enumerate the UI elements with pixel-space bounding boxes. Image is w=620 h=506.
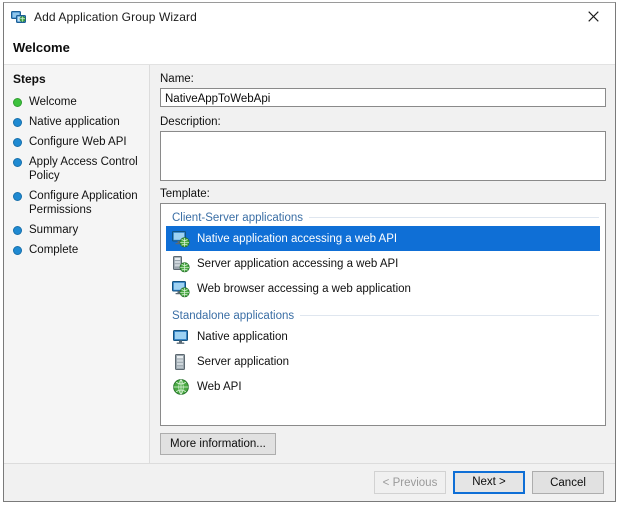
sidebar-item-complete[interactable]: Complete bbox=[4, 240, 149, 260]
list-item-web-api[interactable]: Web API bbox=[166, 374, 600, 399]
sidebar-item-label: Complete bbox=[29, 244, 79, 256]
server-globe-icon bbox=[172, 255, 190, 273]
description-label: Description: bbox=[160, 116, 221, 128]
footer-button-bar: < Previous Next > Cancel bbox=[4, 463, 615, 501]
sidebar-item-configure-web-api[interactable]: Configure Web API bbox=[4, 132, 149, 152]
next-button[interactable]: Next > bbox=[453, 471, 525, 494]
more-information-button[interactable]: More information... bbox=[160, 433, 276, 455]
server-icon bbox=[172, 353, 190, 371]
list-item-label: Web browser accessing a web application bbox=[197, 282, 411, 295]
page-title: Welcome bbox=[13, 40, 70, 55]
group-header-label: Client-Server applications bbox=[172, 211, 304, 224]
step-bullet-icon bbox=[13, 192, 22, 201]
sidebar-item-label: Configure Application Permissions bbox=[29, 190, 138, 216]
template-listbox[interactable]: Client-Server applications Native applic… bbox=[160, 203, 606, 426]
more-information-row: More information... bbox=[160, 426, 606, 463]
wizard-window: Add Application Group Wizard Welcome Ste… bbox=[3, 2, 616, 502]
step-bullet-icon bbox=[13, 246, 22, 255]
list-item-native-application[interactable]: Native application bbox=[166, 324, 600, 349]
group-header-rule bbox=[300, 315, 599, 316]
list-item-web-browser-web-app[interactable]: Web browser accessing a web application bbox=[166, 276, 600, 301]
sidebar-item-apply-access-control-policy[interactable]: Apply Access Control Policy bbox=[4, 152, 149, 186]
list-item-server-application[interactable]: Server application bbox=[166, 349, 600, 374]
monitor-globe-icon bbox=[172, 280, 190, 298]
list-item-label: Native application accessing a web API bbox=[197, 232, 398, 245]
sidebar-item-label: Native application bbox=[29, 116, 120, 128]
group-header-label: Standalone applications bbox=[172, 309, 295, 322]
page-header: Welcome bbox=[4, 31, 615, 64]
cancel-button[interactable]: Cancel bbox=[532, 471, 604, 494]
sidebar-item-configure-application-permissions[interactable]: Configure Application Permissions bbox=[4, 186, 149, 220]
list-item-label: Server application bbox=[197, 355, 290, 368]
sidebar-item-label: Summary bbox=[29, 224, 79, 236]
content-pane: Name: Description: Template: Client-Serv… bbox=[150, 65, 615, 463]
description-input[interactable] bbox=[160, 131, 606, 181]
step-bullet-icon bbox=[13, 118, 22, 127]
monitor-icon bbox=[172, 328, 190, 346]
app-group-icon bbox=[11, 9, 27, 25]
globe-icon bbox=[172, 378, 190, 396]
list-item-label: Native application bbox=[197, 330, 288, 343]
step-bullet-icon bbox=[13, 226, 22, 235]
sidebar-item-label: Welcome bbox=[29, 96, 77, 108]
list-item-server-app-web-api[interactable]: Server application accessing a web API bbox=[166, 251, 600, 276]
step-bullet-icon bbox=[13, 98, 22, 107]
body-area: Steps Welcome Native application Configu… bbox=[4, 64, 615, 463]
sidebar-item-native-application[interactable]: Native application bbox=[4, 112, 149, 132]
previous-button[interactable]: < Previous bbox=[374, 471, 446, 494]
template-label: Template: bbox=[160, 188, 210, 200]
steps-sidebar: Steps Welcome Native application Configu… bbox=[4, 65, 150, 463]
sidebar-item-summary[interactable]: Summary bbox=[4, 220, 149, 240]
group-header-standalone: Standalone applications bbox=[161, 307, 605, 324]
sidebar-item-label: Configure Web API bbox=[29, 136, 127, 148]
list-item-label: Web API bbox=[197, 380, 242, 393]
step-bullet-icon bbox=[13, 138, 22, 147]
monitor-globe-icon bbox=[172, 230, 190, 248]
sidebar-item-label: Apply Access Control Policy bbox=[29, 156, 138, 182]
list-item-native-app-web-api[interactable]: Native application accessing a web API bbox=[166, 226, 600, 251]
name-label: Name: bbox=[160, 73, 194, 85]
list-item-label: Server application accessing a web API bbox=[197, 257, 399, 270]
step-bullet-icon bbox=[13, 158, 22, 167]
group-header-client-server: Client-Server applications bbox=[161, 209, 605, 226]
screenshot-root: Add Application Group Wizard Welcome Ste… bbox=[0, 0, 620, 506]
steps-title: Steps bbox=[13, 72, 46, 86]
title-bar: Add Application Group Wizard bbox=[4, 3, 615, 31]
group-header-rule bbox=[309, 217, 599, 218]
name-input[interactable] bbox=[160, 88, 606, 107]
window-title: Add Application Group Wizard bbox=[34, 10, 197, 24]
sidebar-item-welcome[interactable]: Welcome bbox=[4, 92, 149, 112]
close-icon[interactable] bbox=[571, 3, 615, 30]
